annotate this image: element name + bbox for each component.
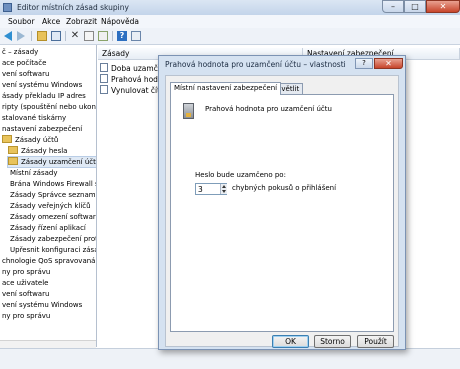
ok-button[interactable]: OK <box>272 335 309 348</box>
policy-icon <box>100 85 108 94</box>
tree-item[interactable]: Upřesnit konfiguraci zásad a <box>10 245 96 255</box>
tree-item-zasady-uctu[interactable]: Zásady účtů <box>2 135 58 145</box>
tree-item[interactable]: nastavení zabezpečení <box>2 124 82 134</box>
spin-up-icon[interactable] <box>222 185 226 188</box>
tree-item[interactable]: vení softwaru <box>2 69 49 79</box>
cancel-button[interactable]: Storno <box>314 335 351 348</box>
window-title: Editor místních zásad skupiny <box>17 3 129 12</box>
spin-down-icon[interactable] <box>222 190 226 193</box>
tree-item[interactable]: Zásady omezení softwaru <box>10 212 96 222</box>
policy-icon <box>100 63 108 72</box>
tree-item[interactable]: ásady překladu IP adres <box>2 91 86 101</box>
tree-item[interactable]: chnologie QoS spravovaná p <box>2 256 96 266</box>
tab-local-security-setting[interactable]: Místní nastavení zabezpečení <box>170 82 282 95</box>
dialog-close-button[interactable]: ✕ <box>374 58 403 69</box>
menu-akce[interactable]: Akce <box>42 17 60 26</box>
folder-icon <box>8 146 18 154</box>
tree-item[interactable]: stalované tiskárny <box>2 113 66 123</box>
properties-icon[interactable] <box>84 31 94 41</box>
console-tree[interactable]: č – zásady ace počítače vení softwaru ve… <box>0 45 97 347</box>
tree-item[interactable]: Zásady řízení aplikací <box>10 223 86 233</box>
tree-item[interactable]: Místní zásady <box>10 168 57 178</box>
menu-bar: Soubor Akce Zobrazit Nápověda <box>0 15 460 28</box>
folder-icon <box>2 135 12 143</box>
menu-napoveda[interactable]: Nápověda <box>101 17 139 26</box>
properties-dialog: Prahová hodnota pro uzamčení účtu – vlas… <box>158 55 406 350</box>
lockout-threshold-spinner[interactable] <box>220 184 227 194</box>
tree-item[interactable]: č – zásady <box>2 47 38 57</box>
lockout-field-label: Heslo bude uzamčeno po: <box>195 171 286 179</box>
export-list-icon[interactable] <box>98 31 108 41</box>
forward-arrow-icon[interactable] <box>17 31 25 41</box>
tree-item-label: Zásady uzamčení účtů <box>21 158 97 166</box>
lockout-field-suffix: chybných pokusů o přihlášení <box>232 184 337 192</box>
dialog-body: Místní nastavení zabezpečení Vysvětlit P… <box>165 75 399 348</box>
menu-soubor[interactable]: Soubor <box>8 17 35 26</box>
tree-item[interactable]: ny pro správu <box>2 267 50 277</box>
minimize-button[interactable]: – <box>382 0 404 13</box>
delete-icon[interactable]: ✕ <box>70 31 80 41</box>
toolbar-separator <box>65 31 66 41</box>
policy-name: Prahová hodnota pro uzamčení účtu <box>205 105 332 113</box>
tree-item-label: Zásady účtů <box>15 136 59 144</box>
policy-icon <box>100 74 108 83</box>
help-icon[interactable]: ? <box>117 31 127 41</box>
dialog-help-button[interactable]: ? <box>355 58 373 69</box>
close-button[interactable]: ✕ <box>426 0 460 13</box>
tree-item[interactable]: ny pro správu <box>2 311 50 321</box>
show-console-tree-icon[interactable] <box>51 31 61 41</box>
toolbar-separator <box>31 31 32 41</box>
tree-item[interactable]: ripty (spouštění nebo ukonč <box>2 102 96 112</box>
tree-item-zasady-hesla[interactable]: Zásady hesla <box>8 146 67 156</box>
policy-lock-icon <box>183 103 194 119</box>
tree-item-zasady-uzamceni[interactable]: Zásady uzamčení účtů <box>6 156 97 168</box>
up-folder-icon[interactable] <box>37 31 47 41</box>
tree-item[interactable]: vení systému Windows <box>2 80 82 90</box>
tree-item[interactable]: Zásady Správce seznamu sít <box>10 190 96 200</box>
folder-icon <box>8 157 18 165</box>
app-icon <box>3 3 12 12</box>
tree-item[interactable]: vení softwaru <box>2 289 49 299</box>
tree-item[interactable]: Zásady zabezpečení protoko <box>10 234 96 244</box>
tree-item-label: Zásady hesla <box>21 147 68 155</box>
dialog-title: Prahová hodnota pro uzamčení účtu – vlas… <box>165 60 346 69</box>
back-arrow-icon[interactable] <box>4 31 12 41</box>
tree-item[interactable]: ace počítače <box>2 58 46 68</box>
tree-item[interactable]: Zásady veřejných klíčů <box>10 201 91 211</box>
toolbar: ✕ ? <box>0 28 460 45</box>
tree-item[interactable]: ace uživatele <box>2 278 48 288</box>
tab-page: Prahová hodnota pro uzamčení účtu Heslo … <box>170 94 394 332</box>
status-bar <box>0 348 460 369</box>
toolbar-separator <box>112 31 113 41</box>
view-pane-icon[interactable] <box>131 31 141 41</box>
menu-zobrazit[interactable]: Zobrazit <box>66 17 97 26</box>
maximize-button[interactable]: □ <box>404 0 426 13</box>
tree-item[interactable]: vení systému Windows <box>2 300 82 310</box>
apply-button[interactable]: Použít <box>357 335 394 348</box>
tree-item[interactable]: Brána Windows Firewall s p <box>10 179 96 189</box>
